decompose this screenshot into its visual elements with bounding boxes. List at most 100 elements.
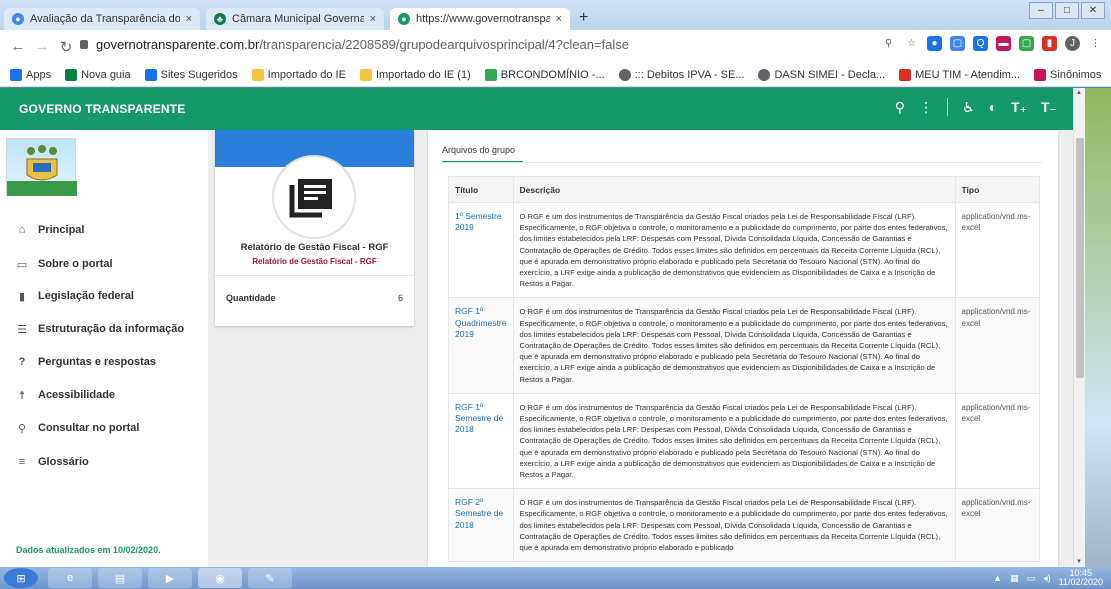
- profile-avatar[interactable]: J: [1065, 36, 1080, 51]
- desktop-background: [1085, 88, 1111, 567]
- scroll-down-arrow-icon[interactable]: ▼: [1076, 559, 1082, 565]
- file-type: application/vnd.ms-excel: [954, 297, 1040, 394]
- bookmark-icon: [144, 68, 157, 81]
- sidebar-item-principal[interactable]: ⌂ Principal: [16, 224, 85, 236]
- accessibility-icon: ☨: [19, 389, 25, 402]
- close-tab-icon[interactable]: ×: [186, 13, 192, 25]
- reload-icon[interactable]: ↻: [54, 38, 78, 56]
- window-controls: – □ ✕: [1029, 2, 1105, 19]
- star-icon[interactable]: ☆: [904, 36, 919, 51]
- sidebar-item-acessibilidade[interactable]: ☨ Acessibilidade: [16, 389, 115, 402]
- font-decrease-icon[interactable]: T₋: [1041, 99, 1057, 116]
- tab-arquivos-do-grupo[interactable]: Arquivos do grupo: [442, 145, 524, 163]
- taskbar-ie-icon[interactable]: e: [48, 568, 92, 588]
- browser-tab-3[interactable]: ● https://www.governotransparent ×: [390, 8, 570, 30]
- file-title-link[interactable]: RGF 1º Semestre de 2018: [448, 392, 514, 490]
- bookmark-debitos-ipva[interactable]: ::: Debitos IPVA - SE...: [618, 68, 744, 81]
- extension-2-icon[interactable]: ▢: [950, 36, 965, 51]
- extension-3-icon[interactable]: Q: [973, 36, 988, 51]
- system-tray: ▲ ▦ ▭ ◂) 10:45 11/02/2020: [993, 569, 1103, 587]
- table-row: RGF 1º Quadrimestre 2019 O RGF é um dos …: [448, 297, 1040, 394]
- file-description: O RGF é um dos instrumentos de Transparê…: [512, 392, 956, 490]
- files-table: Título Descrição Tipo 1º Semestre 2019 O…: [448, 176, 1040, 563]
- extension-6-icon[interactable]: ▮: [1042, 36, 1057, 51]
- quantity-value: 6: [397, 293, 403, 303]
- extension-4-icon[interactable]: ▬: [996, 36, 1011, 51]
- file-description: O RGF é um dos instrumentos de Transparê…: [512, 201, 956, 299]
- minimize-icon[interactable]: –: [1029, 2, 1053, 19]
- volume-icon[interactable]: ◂): [1043, 573, 1051, 584]
- header-actions: ⚲ ⋮ ♿ ◐ T₊ T₋: [895, 98, 1073, 116]
- table-row: RGF 2º Semestre de 2018 O RGF é um dos i…: [448, 488, 1040, 563]
- close-tab-icon[interactable]: ×: [556, 13, 562, 25]
- sidebar-item-glossario[interactable]: ≡ Glossário: [16, 456, 89, 468]
- sidebar-item-perguntas[interactable]: ? Perguntas e respostas: [16, 356, 156, 368]
- extension-1-icon[interactable]: ●: [927, 36, 942, 51]
- column-header-titulo[interactable]: Título: [448, 176, 514, 203]
- new-tab-button[interactable]: +: [579, 9, 588, 27]
- taskbar-media-icon[interactable]: ▶: [148, 568, 192, 588]
- bookmark-sinonimos[interactable]: Sinônimos: [1034, 68, 1101, 81]
- sidebar-item-legislacao[interactable]: ▮ Legislação federal: [16, 290, 134, 303]
- contrast-icon[interactable]: ◐: [989, 99, 997, 115]
- scroll-up-arrow-icon[interactable]: ▲: [1076, 90, 1082, 96]
- zoom-icon[interactable]: ⚲: [881, 36, 896, 51]
- back-icon[interactable]: ←: [6, 38, 30, 55]
- file-type: application/vnd.ms-excel: [954, 488, 1040, 563]
- bookmark-importado-ie[interactable]: Importado do IE: [251, 68, 346, 81]
- lock-icon: [80, 40, 88, 49]
- extension-5-icon[interactable]: ▢: [1019, 36, 1034, 51]
- page-scrollbar[interactable]: ▲ ▼: [1073, 88, 1085, 567]
- bookmark-apps[interactable]: Apps: [10, 68, 51, 81]
- file-title-link[interactable]: RGF 2º Semestre de 2018: [448, 488, 514, 563]
- clock[interactable]: 10:45 11/02/2020: [1059, 569, 1103, 587]
- site-icon: ●: [398, 13, 410, 25]
- font-increase-icon[interactable]: T₊: [1011, 99, 1027, 116]
- file-title-link[interactable]: RGF 1º Quadrimestre 2019: [448, 297, 514, 394]
- taskbar-paint-icon[interactable]: ✎: [248, 568, 292, 588]
- taskbar-explorer-icon[interactable]: ▤: [98, 568, 142, 588]
- card-subtitle: Relatório de Gestão Fiscal - RGF: [252, 257, 377, 266]
- start-button[interactable]: ⊞: [4, 568, 38, 588]
- bookmark-sites-sugeridos[interactable]: Sites Sugeridos: [144, 68, 238, 81]
- sidebar-item-estruturacao[interactable]: ☰ Estruturação da informação: [16, 323, 184, 336]
- bookmark-brcondominio[interactable]: BRCONDOMÍNIO -...: [484, 68, 605, 81]
- close-window-icon[interactable]: ✕: [1081, 2, 1105, 19]
- browser-tab-2[interactable]: ♣ Câmara Municipal Governador N ×: [206, 8, 384, 30]
- bookmark-dasn-simei[interactable]: DASN SIMEI - Decla...: [758, 68, 885, 81]
- search-icon: ⚲: [17, 422, 27, 435]
- bookmarks-bar: Apps Nova guia Sites Sugeridos Importado…: [0, 63, 1111, 87]
- scrollbar-thumb[interactable]: [1076, 138, 1084, 378]
- maximize-icon[interactable]: □: [1055, 2, 1079, 19]
- display-icon[interactable]: ▭: [1027, 573, 1036, 584]
- file-title-link[interactable]: 1º Semestre 2019: [448, 201, 514, 299]
- question-icon: ?: [18, 356, 26, 368]
- menu-kebab-icon[interactable]: ⋮: [1088, 36, 1103, 51]
- bookmark-icon: [484, 68, 497, 81]
- search-icon[interactable]: ⚲: [895, 99, 905, 116]
- sidebar-item-consultar[interactable]: ⚲ Consultar no portal: [16, 422, 139, 435]
- column-header-descricao[interactable]: Descrição: [512, 176, 956, 203]
- column-header-tipo[interactable]: Tipo: [954, 176, 1040, 203]
- quantity-label: Quantidade: [226, 293, 276, 303]
- table-row: RGF 1º Semestre de 2018 O RGF é um dos i…: [448, 392, 1040, 490]
- bookmark-meu-tim[interactable]: MEU TIM - Atendim...: [899, 68, 1020, 81]
- bookmark-importado-ie-1[interactable]: Importado do IE (1): [359, 68, 471, 81]
- bookmark-nova-guia[interactable]: Nova guia: [65, 68, 131, 81]
- forward-icon[interactable]: →: [30, 38, 54, 55]
- url-field[interactable]: governotransparente.com.br/transparencia…: [96, 37, 629, 52]
- network-icon[interactable]: ▦: [1010, 573, 1019, 584]
- more-vertical-icon[interactable]: ⋮: [919, 99, 933, 116]
- globe-icon: [758, 68, 771, 81]
- windows-taskbar: ⊞ e ▤ ▶ ◉ ✎ ▲ ▦ ▭ ◂) 10:45 11/02/2020: [0, 567, 1111, 589]
- browser-tab-1[interactable]: ● Avaliação da Transparência dos J ×: [4, 8, 200, 30]
- accessibility-icon[interactable]: ♿: [962, 99, 975, 116]
- sidebar-item-sobre[interactable]: ▭ Sobre o portal: [16, 258, 113, 271]
- url-path: /transparencia/2208589/grupodearquivospr…: [259, 37, 629, 52]
- taskbar-chrome-icon[interactable]: ◉: [198, 568, 242, 588]
- file-type: application/vnd.ms-excel: [954, 392, 1040, 490]
- tray-arrow-icon[interactable]: ▲: [993, 573, 1002, 583]
- app-title[interactable]: GOVERNO TRANSPARENTE: [19, 102, 185, 116]
- bookmark-icon: [65, 68, 78, 81]
- close-tab-icon[interactable]: ×: [370, 13, 376, 25]
